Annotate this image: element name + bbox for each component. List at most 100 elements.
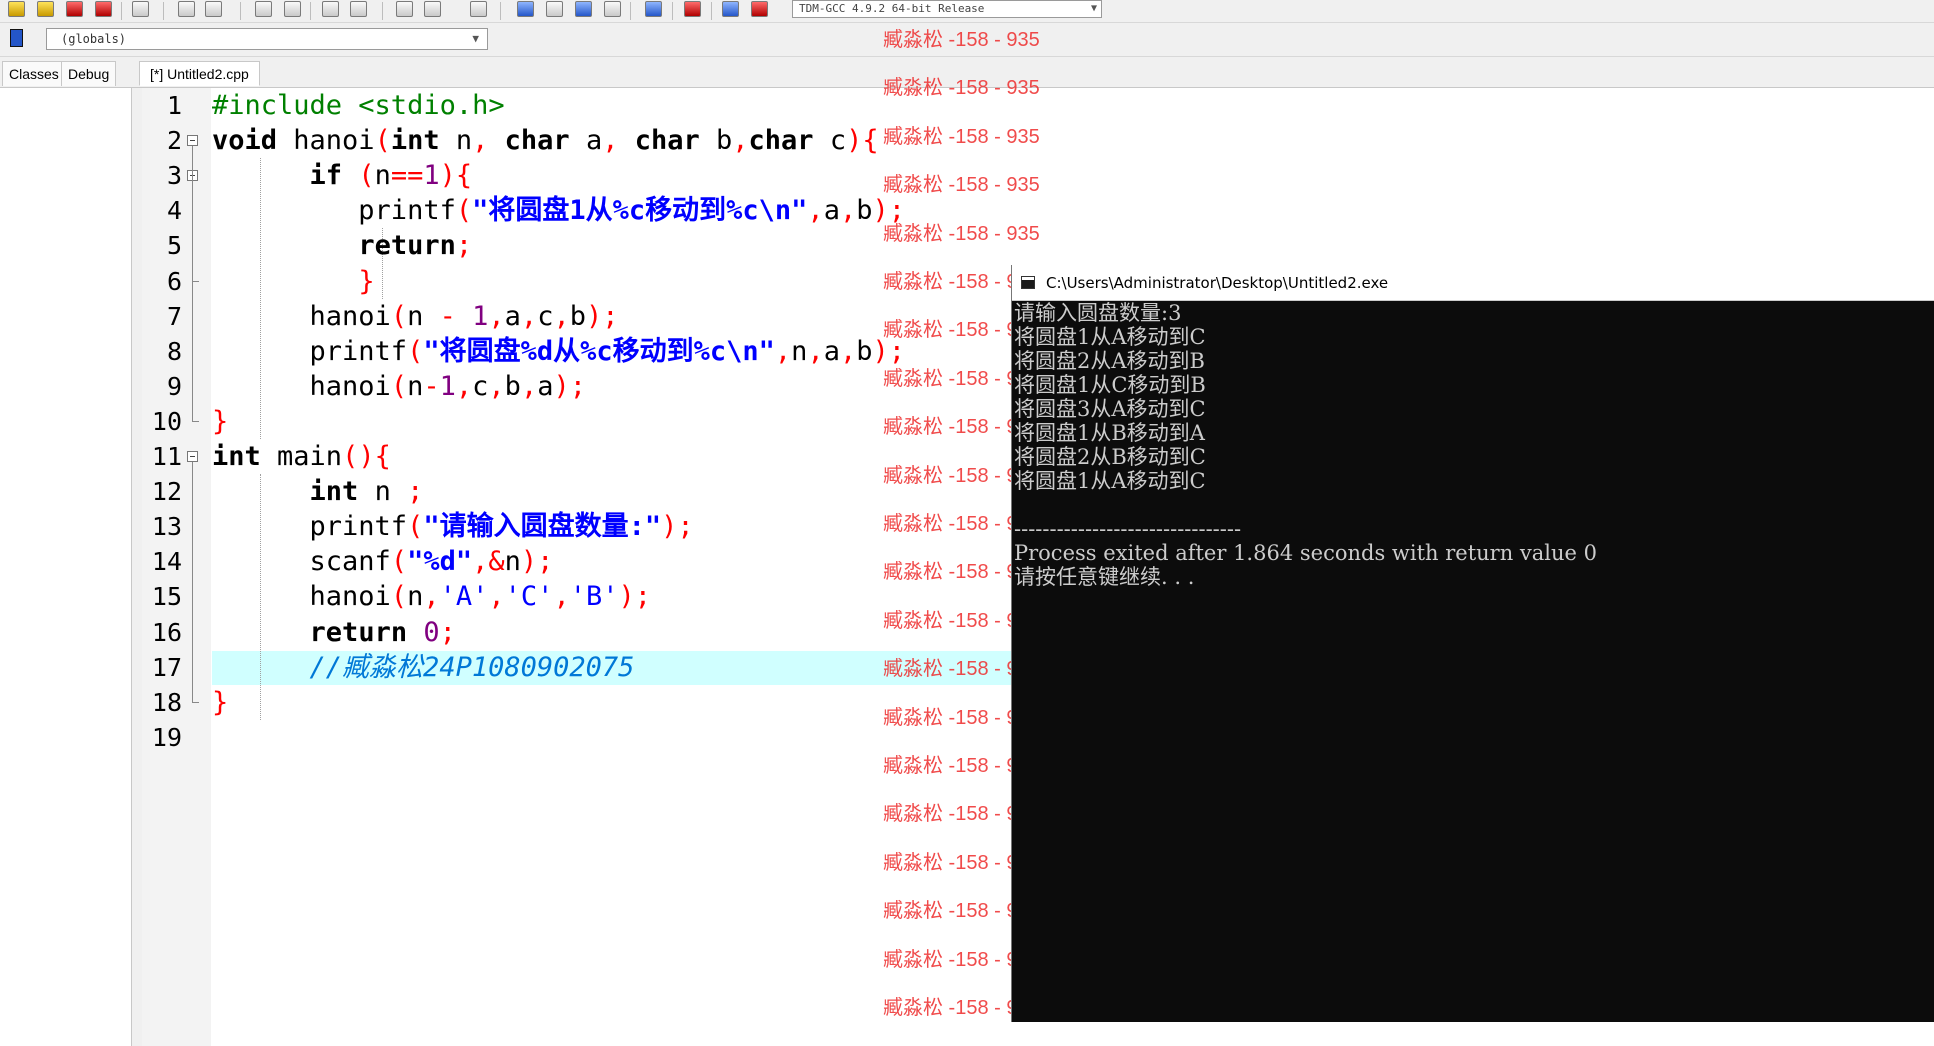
new-class-icon[interactable] [546,1,563,17]
fold-toggle-icon[interactable] [187,451,198,462]
forward-icon[interactable] [424,1,441,17]
code-token: return [309,616,408,648]
delete-profile-icon[interactable] [751,1,768,17]
stop-execution-icon[interactable] [684,1,701,17]
line-number: 13 [151,512,182,542]
code-token: n [439,125,473,157]
close-file-icon[interactable] [66,1,83,17]
console-line: 将圆盘1从B移动到A [1014,421,1205,445]
code-token: ( [390,581,408,613]
code-token: 1 [439,370,456,402]
code-line[interactable]: if (n==1){ [212,158,473,193]
code-token: "请输入圆盘数量:" [423,511,662,543]
tools-icon[interactable] [604,1,621,17]
fold-toggle-icon[interactable] [187,135,198,147]
code-line[interactable]: void hanoi(int n, char a, char b,char c)… [212,123,879,158]
code-line[interactable]: #include <stdio.h> [212,88,505,123]
indent-icon[interactable] [322,1,339,17]
code-line[interactable]: hanoi(n,'A','C','B'); [212,579,651,614]
code-token: void [212,125,278,157]
code-token: , [423,581,440,613]
code-token: 1 [472,300,489,332]
code-line[interactable]: printf("请输入圆盘数量:"); [212,509,694,544]
close-all-icon[interactable] [95,1,112,17]
unindent-icon[interactable] [350,1,367,17]
code-line[interactable]: hanoi(n-1,c,b,a); [212,369,586,404]
code-token: ,& [472,546,505,578]
console-line: -------------------------------- [1014,517,1242,541]
code-line[interactable]: } [212,264,374,299]
code-token: ( [407,511,424,543]
code-token: , [774,335,792,367]
code-token: hanoi [212,581,391,613]
code-token: ); [618,581,651,613]
save-all-icon[interactable] [37,1,54,17]
line-number-gutter: 1 2 3 4 5 6 7 8 9 10 11 12 13 14 15 16 17 18 19 [142,88,211,1046]
code-token: n [504,546,521,578]
code-token: char [634,125,700,157]
back-icon[interactable] [396,1,413,17]
code-line[interactable]: scanf("%d",&n); [212,544,554,579]
console-title-bar[interactable]: C:\Users\Administrator\Desktop\Untitled2… [1012,265,1934,301]
code-line[interactable]: //臧淼松24P1080902075 [212,650,635,685]
code-line[interactable]: hanoi(n - 1,a,c,b); [212,299,619,334]
line-number: 4 [166,196,182,226]
scope-select[interactable]: (globals) ▼ [46,28,488,50]
redo-icon[interactable] [205,1,222,17]
line-number: 8 [166,336,182,366]
panel-splitter[interactable] [132,88,142,1046]
code-token: n [791,335,808,367]
fold-line [192,181,193,281]
goto-declaration-icon[interactable] [10,29,23,47]
code-token: return [358,230,456,262]
code-token: 'B' [569,581,619,613]
line-number: 12 [151,477,182,507]
code-token: ){ [846,125,879,157]
code-token: , [553,300,570,332]
code-token: ); [553,370,586,402]
code-line[interactable]: } [212,404,228,439]
syntax-check-icon[interactable] [645,1,662,17]
profile-icon[interactable] [722,1,739,17]
code-token: n [407,581,424,613]
undo-icon[interactable] [178,1,195,17]
code-token: scanf [212,546,391,578]
code-line[interactable]: return; [212,228,472,263]
code-line[interactable]: printf("将圆盘%d从%c移动到%c\n",n,a,b); [212,334,905,369]
line-number: 10 [151,406,182,436]
watermark-text: 臧淼松 -158 - 935 [883,77,1040,100]
code-token: c [537,300,554,332]
console-line: 将圆盘2从B移动到C [1014,445,1206,469]
code-token: , [839,195,857,227]
code-token: , [520,370,538,402]
code-line[interactable]: printf("将圆盘1从%c移动到%c\n",a,b); [212,193,905,228]
code-line[interactable]: return 0; [212,615,456,650]
code-token: ( [390,300,408,332]
chevron-down-icon: ▼ [1090,3,1097,14]
code-token: ); [661,511,694,543]
code-token: ( [455,195,473,227]
code-line[interactable]: int main(){ [212,439,391,474]
code-line[interactable]: int n ; [212,474,424,509]
tab-debug[interactable]: Debug [61,61,117,86]
console-window[interactable]: C:\Users\Administrator\Desktop\Untitled2… [1011,265,1934,1022]
toggle-bookmark-icon[interactable] [470,1,487,17]
console-line: 将圆盘2从A移动到B [1014,349,1205,373]
tab-untitled2-cpp[interactable]: [*] Untitled2.cpp [139,61,260,86]
find-icon[interactable] [255,1,272,17]
code-token: printf [212,335,408,367]
compiler-profile-select[interactable]: TDM-GCC 4.9.2 64-bit Release ▼ [792,0,1102,18]
save-icon[interactable] [8,1,25,17]
code-token: int [212,441,261,472]
console-line: 请按任意键继续. . . [1014,565,1195,589]
options-icon[interactable] [575,1,592,17]
new-project-icon[interactable] [517,1,534,17]
replace-icon[interactable] [284,1,301,17]
console-line: 将圆盘3从A移动到C [1014,397,1206,421]
print-icon[interactable] [132,1,149,17]
watermark-text: 臧淼松 -158 - 935 [883,29,1040,51]
tab-classes[interactable]: Classes [2,61,66,86]
code-line[interactable]: } [212,685,228,720]
